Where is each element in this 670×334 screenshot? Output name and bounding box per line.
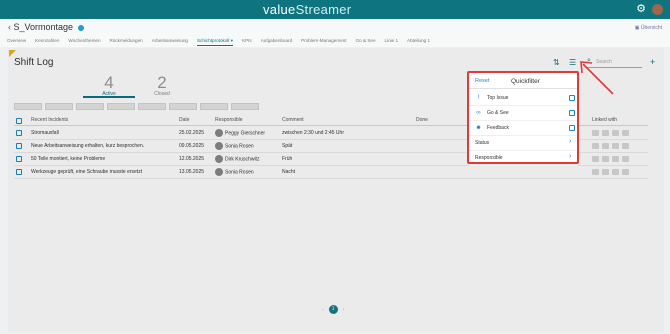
quickfilter-expander[interactable]: Responsible ›	[469, 151, 577, 166]
tab-9[interactable]: Go & See	[356, 37, 376, 46]
info-badge-icon[interactable]	[77, 24, 84, 31]
tab-8[interactable]: Problem-Management	[301, 37, 346, 46]
option-checkbox[interactable]	[569, 125, 575, 131]
quickfilter-popup: Reset Quickfilter ! Top Issue ∞ Go & See ☻ Fe…	[467, 71, 579, 166]
alert-circle-icon: !	[477, 95, 480, 101]
quickfilter-option[interactable]: ! Top Issue	[469, 91, 577, 106]
tab-0[interactable]: Overview	[7, 37, 26, 46]
quickfilter-option[interactable]: ☻ Feedback	[469, 121, 577, 136]
quickfilter-title: Quickfilter	[511, 78, 540, 85]
tab-4[interactable]: Arbeitsanweisung	[152, 37, 188, 46]
quickfilter-expander[interactable]: Status ›	[469, 136, 577, 151]
expander-label: Status	[475, 140, 490, 146]
project-name: S_Vormontage	[13, 22, 74, 32]
tab-2[interactable]: Wochenthemen	[68, 37, 100, 46]
expander-label: Responsible	[475, 155, 503, 161]
tab-5[interactable]: Schichtprotokoll ▾	[196, 37, 233, 46]
chevron-right-icon: ›	[569, 153, 572, 160]
quickfilter-option[interactable]: ∞ Go & See	[469, 106, 577, 121]
overview-link[interactable]: ▣ Übersicht	[635, 25, 662, 31]
gear-icon[interactable]: ⚙	[635, 3, 647, 15]
option-label: Go & See	[487, 110, 509, 116]
tab-10[interactable]: Linie 1	[385, 37, 399, 46]
tab-bar: Overview Kennzahlen Wochenthemen Rückmeldun…	[7, 37, 439, 46]
option-label: Top Issue	[487, 95, 509, 101]
option-label: Feedback	[487, 125, 509, 131]
avatar[interactable]	[652, 4, 663, 15]
tab-1[interactable]: Kennzahlen	[35, 37, 59, 46]
feedback-face-icon: ☻	[475, 125, 482, 131]
tab-11[interactable]: Abteilung 1	[407, 37, 430, 46]
tab-7[interactable]: Aufgabenboard	[261, 37, 292, 46]
option-checkbox[interactable]	[569, 110, 575, 116]
option-checkbox[interactable]	[569, 95, 575, 101]
quickfilter-header: Reset Quickfilter	[469, 73, 577, 89]
tab-3[interactable]: Rückmeldungen	[110, 37, 143, 46]
project-title: ‹ S_Vormontage	[8, 22, 84, 32]
chevron-right-icon: ›	[569, 138, 572, 145]
back-arrow-icon[interactable]: ‹	[8, 22, 11, 32]
tab-6[interactable]: KPIs	[242, 37, 252, 46]
reset-button[interactable]: Reset	[475, 78, 489, 84]
app-logo[interactable]: valueStreamer	[263, 2, 351, 17]
glasses-icon: ∞	[476, 110, 481, 116]
